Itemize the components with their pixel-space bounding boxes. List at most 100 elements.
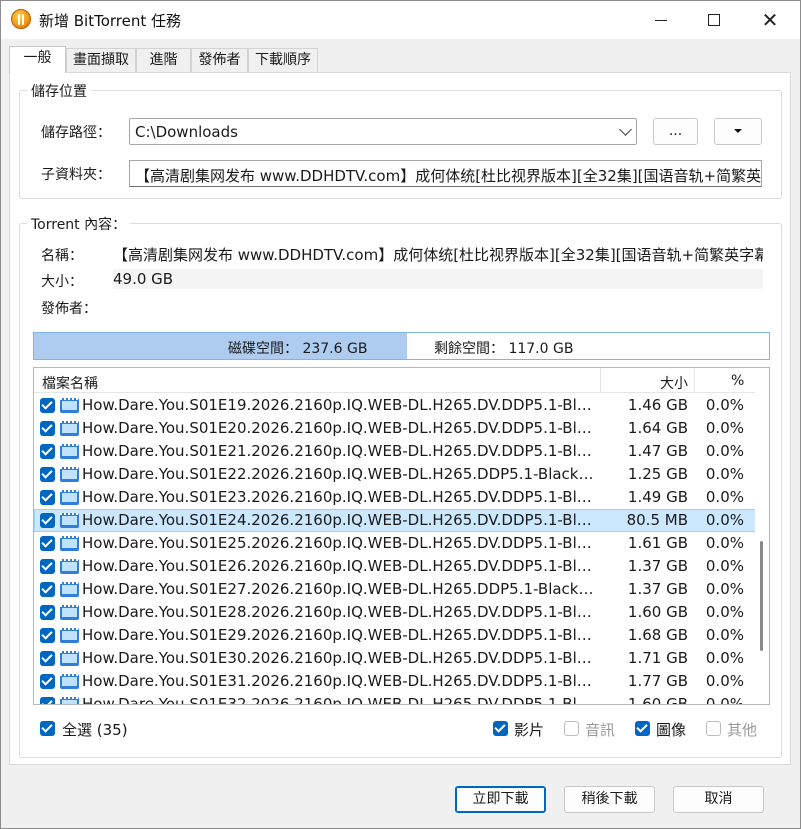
chevron-down-icon	[619, 123, 632, 136]
file-name: How.Dare.You.S01E31.2026.2160p.IQ.WEB-DL…	[82, 672, 597, 690]
file-row[interactable]: How.Dare.You.S01E23.2026.2160p.IQ.WEB-DL…	[34, 486, 756, 509]
other-filter-checkbox	[706, 721, 721, 736]
scrollbar-thumb[interactable]	[760, 541, 763, 651]
tab-download-order[interactable]: 下載順序	[248, 48, 318, 72]
free-space-text: 剩餘空間： 117.0 GB	[434, 338, 573, 358]
file-checkbox[interactable]	[40, 628, 55, 643]
file-checkbox[interactable]	[40, 697, 55, 704]
window-title: 新增 BitTorrent 任務	[39, 12, 182, 30]
file-percent: 0.0%	[705, 465, 744, 483]
select-all-checkbox[interactable]	[40, 721, 55, 736]
save-path-combobox[interactable]: C:\Downloads	[129, 118, 637, 145]
file-checkbox[interactable]	[40, 536, 55, 551]
download-later-button[interactable]: 稍後下載	[564, 786, 655, 813]
video-filter-checkbox[interactable]	[493, 721, 508, 736]
file-size: 1.49 GB	[627, 488, 688, 506]
file-checkbox[interactable]	[40, 605, 55, 620]
torrent-publisher-label: 發佈者：	[41, 301, 97, 317]
file-name: How.Dare.You.S01E25.2026.2160p.IQ.WEB-DL…	[82, 534, 597, 552]
video-file-icon	[60, 444, 79, 459]
file-size: 1.46 GB	[627, 396, 688, 414]
file-row[interactable]: How.Dare.You.S01E20.2026.2160p.IQ.WEB-DL…	[34, 417, 756, 440]
file-row[interactable]: How.Dare.You.S01E25.2026.2160p.IQ.WEB-DL…	[34, 532, 756, 555]
file-checkbox[interactable]	[40, 674, 55, 689]
file-size: 1.60 GB	[627, 695, 688, 705]
file-row[interactable]: How.Dare.You.S01E29.2026.2160p.IQ.WEB-DL…	[34, 624, 756, 647]
file-size: 1.61 GB	[627, 534, 688, 552]
torrent-size-value: 49.0 GB	[113, 270, 174, 288]
file-size: 1.77 GB	[627, 672, 688, 690]
video-file-icon	[60, 490, 79, 505]
torrent-size-label: 大小：	[41, 274, 83, 290]
file-checkbox[interactable]	[40, 398, 55, 413]
download-now-button[interactable]: 立即下載	[455, 786, 546, 813]
file-row[interactable]: How.Dare.You.S01E24.2026.2160p.IQ.WEB-DL…	[34, 509, 756, 532]
file-row[interactable]: How.Dare.You.S01E31.2026.2160p.IQ.WEB-DL…	[34, 670, 756, 693]
file-size: 1.37 GB	[627, 580, 688, 598]
column-divider[interactable]	[694, 368, 695, 393]
tab-publisher[interactable]: 發佈者	[191, 48, 248, 72]
column-divider[interactable]	[600, 368, 601, 393]
file-name: How.Dare.You.S01E32.2026.2160p.IQ.WEB-DL…	[82, 695, 597, 705]
file-row[interactable]: How.Dare.You.S01E32.2026.2160p.IQ.WEB-DL…	[34, 693, 756, 705]
file-row[interactable]: How.Dare.You.S01E28.2026.2160p.IQ.WEB-DL…	[34, 601, 756, 624]
column-header-size[interactable]: 大小	[660, 373, 688, 393]
file-list-header: 檔案名稱 大小 %	[34, 368, 756, 393]
tab-screenshots[interactable]: 畫面擷取	[66, 48, 136, 72]
file-row[interactable]: How.Dare.You.S01E30.2026.2160p.IQ.WEB-DL…	[34, 647, 756, 670]
file-percent: 0.0%	[705, 626, 744, 644]
column-header-name[interactable]: 檔案名稱	[42, 373, 98, 393]
file-checkbox[interactable]	[40, 490, 55, 505]
file-name: How.Dare.You.S01E20.2026.2160p.IQ.WEB-DL…	[82, 419, 597, 437]
file-checkbox[interactable]	[40, 651, 55, 666]
file-row[interactable]: How.Dare.You.S01E27.2026.2160p.IQ.WEB-DL…	[34, 578, 756, 601]
file-checkbox[interactable]	[40, 582, 55, 597]
file-size: 1.60 GB	[627, 603, 688, 621]
file-row[interactable]: How.Dare.You.S01E21.2026.2160p.IQ.WEB-DL…	[34, 440, 756, 463]
video-file-icon	[60, 674, 79, 689]
subfolder-label: 子資料夾：	[41, 167, 111, 183]
save-path-label: 儲存路徑：	[41, 125, 111, 141]
tab-advanced[interactable]: 進階	[136, 48, 191, 72]
minimize-button[interactable]	[638, 1, 684, 39]
video-file-icon	[60, 605, 79, 620]
free-space-label: 剩餘空間：	[434, 341, 504, 357]
file-name: How.Dare.You.S01E22.2026.2160p.IQ.WEB-DL…	[82, 465, 597, 483]
tab-general[interactable]: 一般	[9, 46, 66, 73]
file-percent: 0.0%	[705, 557, 744, 575]
file-checkbox[interactable]	[40, 559, 55, 574]
torrent-name-value: 【高清剧集网发布 www.DDHDTV.com】成何体统[杜比视界版本][全32…	[113, 246, 763, 264]
file-percent: 0.0%	[705, 580, 744, 598]
recent-paths-dropdown-button[interactable]	[714, 118, 762, 145]
image-filter-checkbox[interactable]	[635, 721, 650, 736]
file-checkbox[interactable]	[40, 513, 55, 528]
browse-button[interactable]: ...	[653, 118, 698, 145]
file-list-scrollbar[interactable]	[755, 368, 769, 704]
video-file-icon	[60, 651, 79, 666]
title-bar: 新增 BitTorrent 任務 ✕	[1, 1, 800, 39]
file-percent: 0.0%	[705, 534, 744, 552]
file-list[interactable]: 檔案名稱 大小 % How.Dare.You.S01E19.2026.2160p…	[33, 367, 770, 705]
video-file-icon	[60, 421, 79, 436]
close-button[interactable]: ✕	[747, 1, 793, 39]
torrent-size-strip	[113, 269, 763, 289]
file-size: 1.71 GB	[627, 649, 688, 667]
video-filter-label: 影片	[514, 721, 545, 739]
bittorrent-app-icon	[11, 9, 31, 29]
column-header-percent[interactable]: %	[731, 373, 744, 389]
file-checkbox[interactable]	[40, 444, 55, 459]
file-checkbox[interactable]	[40, 421, 55, 436]
cancel-button[interactable]: 取消	[673, 786, 764, 813]
file-percent: 0.0%	[705, 672, 744, 690]
file-size: 1.37 GB	[627, 557, 688, 575]
file-checkbox[interactable]	[40, 467, 55, 482]
audio-filter-label: 音訊	[585, 721, 616, 739]
maximize-button[interactable]	[691, 1, 737, 39]
image-filter-label: 圖像	[656, 721, 687, 739]
file-name: How.Dare.You.S01E23.2026.2160p.IQ.WEB-DL…	[82, 488, 597, 506]
file-row[interactable]: How.Dare.You.S01E26.2026.2160p.IQ.WEB-DL…	[34, 555, 756, 578]
subfolder-input[interactable]: 【高清剧集网发布 www.DDHDTV.com】成何体统[杜比视界版本][全32…	[129, 160, 762, 187]
video-file-icon	[60, 513, 79, 528]
file-row[interactable]: How.Dare.You.S01E22.2026.2160p.IQ.WEB-DL…	[34, 463, 756, 486]
file-row[interactable]: How.Dare.You.S01E19.2026.2160p.IQ.WEB-DL…	[34, 394, 756, 417]
